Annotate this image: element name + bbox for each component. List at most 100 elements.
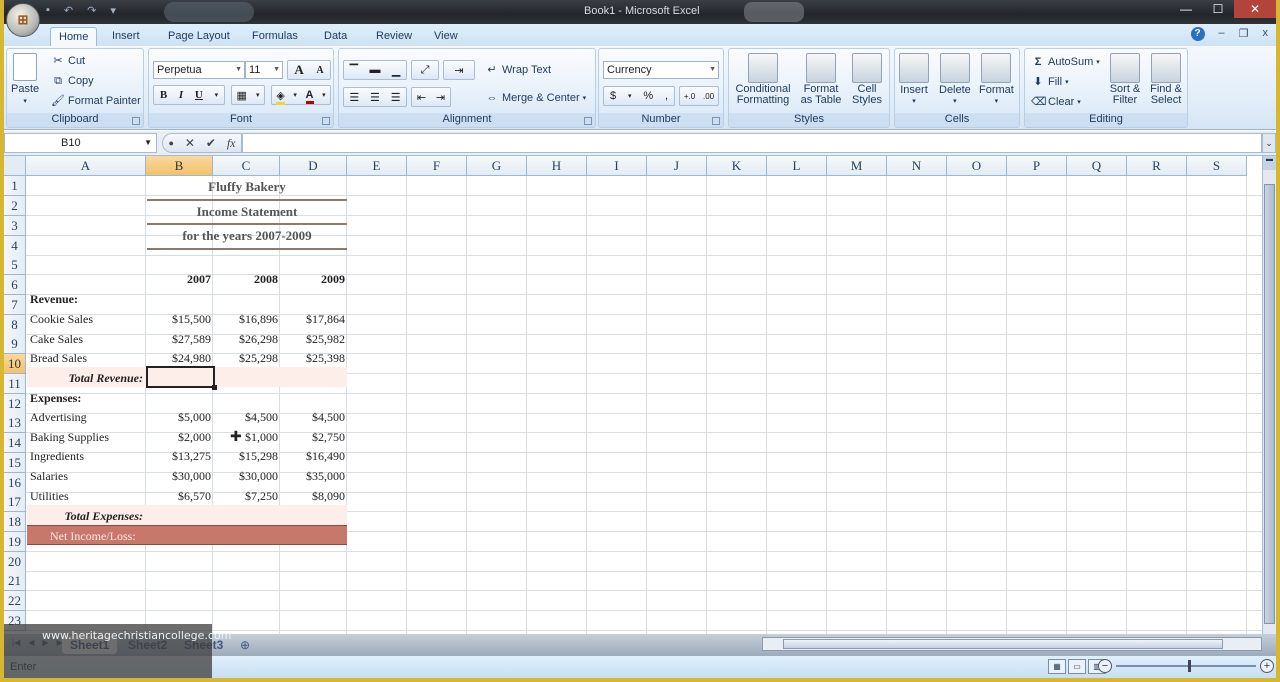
text-direction-button[interactable]: ⇥ xyxy=(443,60,475,80)
customize-icon[interactable]: ▾ xyxy=(110,4,116,17)
total-expenses-label[interactable]: Total Expenses: xyxy=(27,509,143,524)
tab-page-layout[interactable]: Page Layout xyxy=(160,27,238,46)
help-icon[interactable]: ? xyxy=(1190,27,1205,41)
worksheet-grid[interactable]: ABCDEFGHIJKLMNOPQRS 1 2 3 4 5 6 7 8 9 10 11 12 13 14 1… xyxy=(4,156,1262,634)
revenue-label[interactable]: Revenue: xyxy=(30,292,78,307)
confirm-entry-button[interactable]: ✔ xyxy=(206,136,216,150)
row-header-3[interactable]: 3 xyxy=(4,216,26,236)
chevron-down-icon[interactable]: ▾ xyxy=(628,92,632,100)
bold-button[interactable]: B xyxy=(160,89,167,101)
value-cell[interactable]: $8,090 xyxy=(281,489,345,504)
maximize-button[interactable]: ☐ xyxy=(1202,0,1234,18)
fill-button[interactable]: ⬇ Fill ▾ xyxy=(1031,75,1068,89)
value-cell[interactable]: $24,980 xyxy=(147,351,211,366)
value-cell[interactable]: $25,398 xyxy=(281,351,345,366)
value-cell[interactable]: $2,000 xyxy=(147,430,211,445)
row-header-6[interactable]: 6 xyxy=(4,275,26,295)
zoom-in-button[interactable]: + xyxy=(1260,659,1274,673)
value-cell[interactable]: $7,250 xyxy=(214,489,278,504)
normal-view-icon[interactable]: ▦ xyxy=(1048,659,1066,674)
expenses-label[interactable]: Expenses: xyxy=(30,391,81,406)
grow-font-button[interactable]: A xyxy=(294,62,303,78)
row-label[interactable]: Bread Sales xyxy=(30,351,87,366)
paste-button[interactable]: Paste ▾ xyxy=(11,53,39,105)
decrease-decimal-button[interactable]: .00 xyxy=(703,92,714,101)
align-center-icon[interactable]: ☰ xyxy=(370,91,380,104)
align-right-icon[interactable]: ☰ xyxy=(391,91,401,104)
row-header-11[interactable]: 11 xyxy=(4,374,26,394)
delete-cells-button[interactable]: Delete ▾ xyxy=(939,53,971,105)
row-header-22[interactable]: 22 xyxy=(4,591,26,611)
font-name-combo[interactable]: Perpetua ▼ xyxy=(153,61,245,79)
value-cell[interactable]: $6,570 xyxy=(147,489,211,504)
dialog-launcher-icon[interactable] xyxy=(584,117,592,125)
value-cell[interactable]: $16,490 xyxy=(281,449,345,464)
doc-restore-button[interactable]: ❐ xyxy=(1239,27,1249,41)
row-header-7[interactable]: 7 xyxy=(4,295,26,315)
column-header-l[interactable]: L xyxy=(767,156,827,176)
orientation-button[interactable]: ⤢ xyxy=(411,60,439,80)
name-box[interactable]: B10 ▼ xyxy=(4,133,157,153)
increase-decimal-button[interactable]: +.0 xyxy=(684,92,695,101)
format-as-table-button[interactable]: Format as Table xyxy=(797,53,845,106)
align-bottom-icon[interactable]: ▁ xyxy=(392,64,400,77)
dialog-launcher-icon[interactable] xyxy=(322,117,330,125)
sort-filter-button[interactable]: Sort & Filter xyxy=(1107,53,1143,106)
column-header-n[interactable]: N xyxy=(887,156,947,176)
zoom-slider-handle[interactable] xyxy=(1188,660,1191,672)
column-header-a[interactable]: A xyxy=(26,156,146,176)
column-header-q[interactable]: Q xyxy=(1067,156,1127,176)
align-top-icon[interactable]: ▔ xyxy=(350,64,358,77)
value-cell[interactable]: $1,000 xyxy=(214,430,278,445)
column-header-r[interactable]: R xyxy=(1127,156,1187,176)
row-header-14[interactable]: 14 xyxy=(4,433,26,453)
total-revenue-label[interactable]: Total Revenue: xyxy=(27,371,143,386)
value-cell[interactable]: $25,298 xyxy=(214,351,278,366)
column-header-i[interactable]: I xyxy=(587,156,647,176)
insert-cells-button[interactable]: Insert ▾ xyxy=(899,53,929,105)
row-label[interactable]: Baking Supplies xyxy=(30,430,109,445)
tab-insert[interactable]: Insert xyxy=(104,27,148,46)
row-label[interactable]: Utilities xyxy=(30,489,69,504)
tab-home[interactable]: Home xyxy=(50,27,98,46)
save-icon[interactable]: ▪ xyxy=(46,4,50,17)
close-button[interactable]: ✕ xyxy=(1234,0,1276,18)
column-header-m[interactable]: M xyxy=(827,156,887,176)
year-header[interactable]: 2009 xyxy=(281,272,345,287)
redo-icon[interactable]: ↷ xyxy=(87,4,96,17)
align-left-icon[interactable]: ☰ xyxy=(349,91,359,104)
row-header-20[interactable]: 20 xyxy=(4,552,26,572)
row-header-13[interactable]: 13 xyxy=(4,413,26,433)
value-cell[interactable]: $25,982 xyxy=(281,332,345,347)
select-all-button[interactable] xyxy=(4,156,26,176)
row-header-12[interactable]: 12 xyxy=(4,394,26,414)
autosum-button[interactable]: Σ AutoSum ▾ xyxy=(1031,55,1100,69)
column-header-b[interactable]: B xyxy=(146,156,213,176)
vertical-scroll-thumb[interactable] xyxy=(1264,184,1275,624)
chevron-down-icon[interactable]: ▾ xyxy=(215,91,219,99)
format-cells-button[interactable]: Format ▾ xyxy=(979,53,1014,105)
row-header-9[interactable]: 9 xyxy=(4,334,26,354)
column-header-f[interactable]: F xyxy=(407,156,467,176)
zoom-slider[interactable] xyxy=(1116,665,1256,667)
column-header-e[interactable]: E xyxy=(347,156,407,176)
chevron-down-icon[interactable]: ▾ xyxy=(293,91,297,99)
row-label[interactable]: Salaries xyxy=(30,469,68,484)
copy-button[interactable]: ⧉ Copy xyxy=(51,74,94,88)
number-format-combo[interactable]: Currency ▼ xyxy=(603,61,719,79)
net-income-label[interactable]: Net Income/Loss: xyxy=(50,529,136,544)
tab-formulas[interactable]: Formulas xyxy=(244,27,306,46)
dialog-launcher-icon[interactable] xyxy=(712,117,720,125)
row-header-18[interactable]: 18 xyxy=(4,512,26,532)
year-header[interactable]: 2008 xyxy=(214,272,278,287)
page-layout-view-icon[interactable]: ▭ xyxy=(1068,659,1086,674)
row-label[interactable]: Cake Sales xyxy=(30,332,83,347)
horizontal-scroll-thumb[interactable] xyxy=(783,639,1223,649)
sheet-title[interactable]: Fluffy Bakery xyxy=(147,179,347,195)
active-cell-b10[interactable] xyxy=(146,366,217,390)
percent-button[interactable]: % xyxy=(643,90,653,102)
insert-function-button[interactable]: fx xyxy=(227,136,236,151)
split-box-icon[interactable]: ▬ xyxy=(1263,156,1276,170)
undo-icon[interactable]: ↶ xyxy=(64,4,73,17)
year-header[interactable]: 2007 xyxy=(147,272,211,287)
